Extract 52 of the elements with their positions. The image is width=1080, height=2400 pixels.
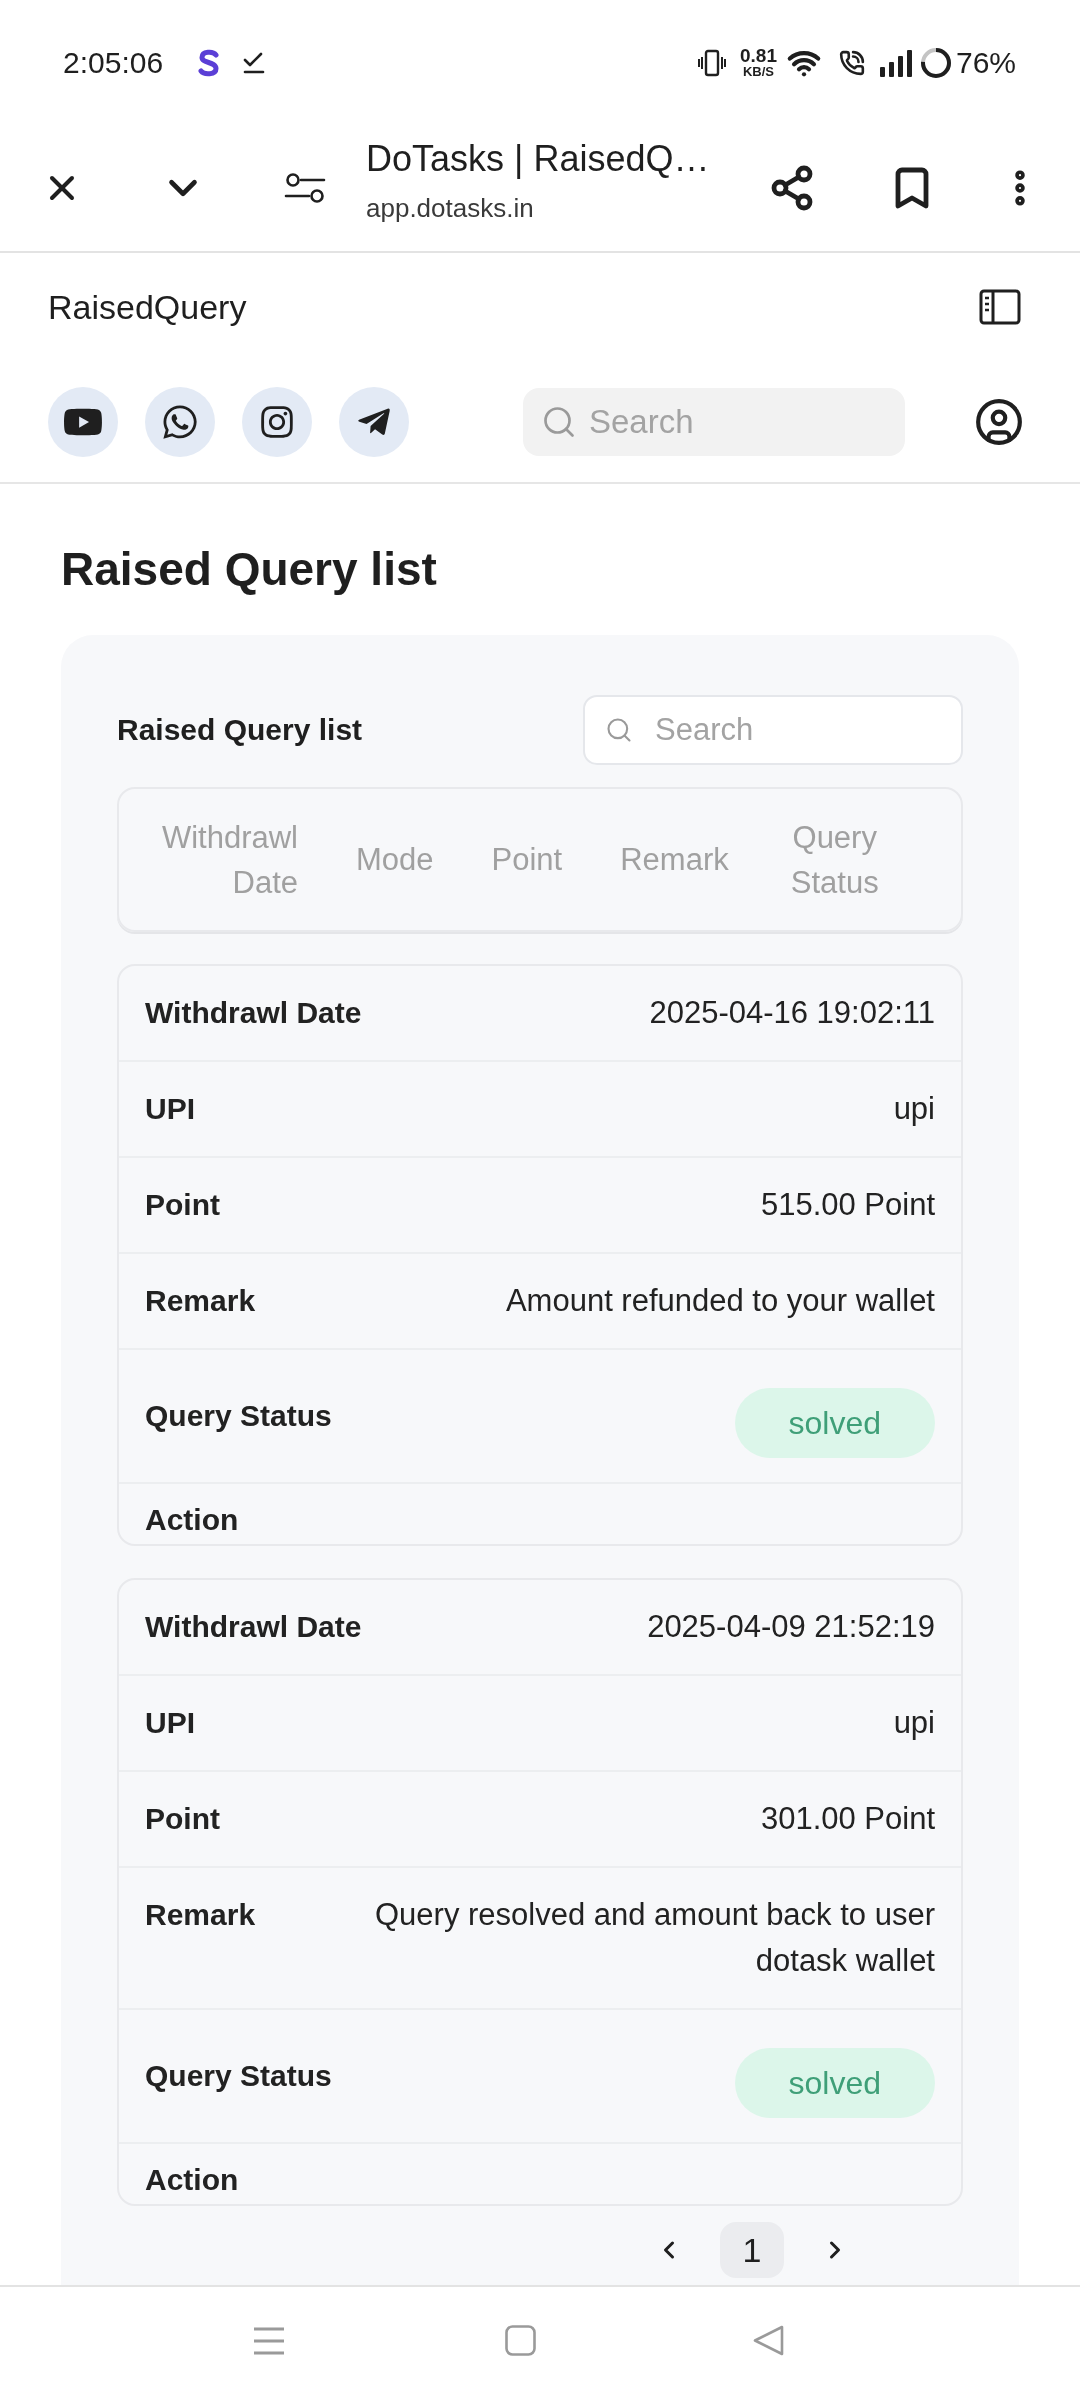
signal-icon: [878, 48, 913, 77]
field-label: Query Status: [145, 1398, 332, 1434]
sidebar-icon[interactable]: [979, 289, 1021, 325]
field-label: Point: [145, 1187, 220, 1223]
home-icon[interactable]: [505, 2325, 536, 2356]
sliders-icon[interactable]: [284, 170, 326, 206]
field-value: Query resolved and amount back to user dotask wallet: [373, 1896, 935, 1980]
field-label: Withdrawl Date: [145, 1609, 362, 1645]
field-value: upi: [893, 1090, 935, 1128]
column-header: Mode: [356, 841, 434, 879]
field-label: Action: [145, 2162, 240, 2198]
network-speed: 0.81: [739, 46, 777, 65]
panel-title: Raised Query list: [117, 712, 363, 748]
status-time: 2:05:06: [63, 47, 164, 78]
field-label: Remark: [145, 1283, 256, 1319]
field-value: 515.00 Point: [760, 1186, 935, 1224]
column-header: Remark: [620, 841, 729, 879]
field-label: UPI: [145, 1705, 195, 1741]
status-badge: solved: [734, 1388, 935, 1458]
battery-percent: 76%: [955, 47, 1016, 78]
search-field[interactable]: Search: [523, 387, 905, 456]
battery-icon: [919, 46, 952, 79]
page-url: app.dotasks.in: [366, 192, 535, 225]
search-field[interactable]: Search: [583, 695, 963, 765]
s-logo-icon: [197, 47, 222, 78]
field-value: upi: [893, 1704, 935, 1742]
status-badge: solved: [734, 2048, 935, 2118]
menu-icon[interactable]: [253, 2325, 285, 2356]
phone-call-icon: [838, 49, 865, 76]
network-speed-unit: KB/S: [742, 65, 774, 79]
site-title: RaisedQuery: [48, 287, 247, 327]
field-label: Query Status: [145, 2058, 332, 2094]
column-header: Withdrawl Date: [160, 818, 298, 902]
field-value: 301.00 Point: [760, 1800, 935, 1838]
back-icon[interactable]: [753, 2325, 784, 2356]
field-label: Withdrawl Date: [145, 995, 362, 1031]
page-number-button[interactable]: 1: [720, 2222, 784, 2278]
field-label: Action: [145, 1502, 240, 1538]
column-header: Point: [491, 841, 563, 879]
field-value: 2025-04-09 21:52:19: [647, 1608, 935, 1646]
vibrate-icon: [697, 47, 726, 78]
tick-icon: [243, 50, 266, 75]
field-label: Point: [145, 1801, 220, 1837]
user-icon[interactable]: [974, 396, 1024, 447]
column-header: Query Status: [789, 818, 880, 902]
field-value: Amount refunded to your wallet: [505, 1282, 935, 1320]
field-label: UPI: [145, 1091, 195, 1127]
field-label: Remark: [145, 1897, 256, 1933]
search-icon: [605, 716, 633, 744]
page-title: Raised Query list: [61, 542, 438, 597]
page-tab-title: DoTasks | RaisedQ…: [366, 137, 711, 181]
field-value: 2025-04-16 19:02:11: [649, 994, 935, 1032]
